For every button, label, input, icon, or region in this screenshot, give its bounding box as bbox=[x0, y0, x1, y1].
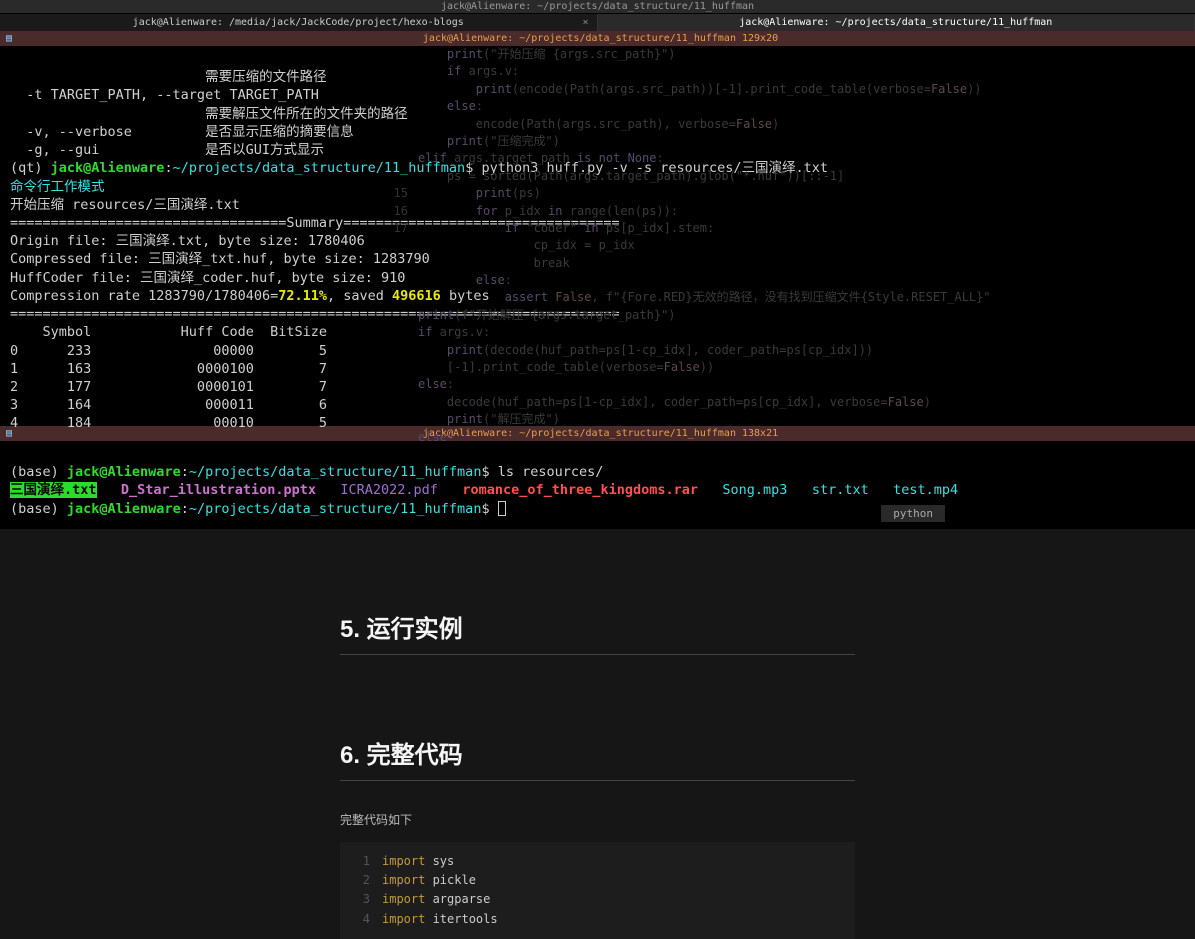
output-compress-start: 开始压缩 resources/三国演绎.txt bbox=[10, 197, 240, 213]
help-line-3: 需要解压文件所在的文件夹的路径 bbox=[10, 106, 408, 122]
bprompt2-path: ~/projects/data_structure/11_huffman bbox=[189, 501, 482, 517]
tab-2[interactable]: jack@Alienware: ~/projects/data_structur… bbox=[598, 14, 1195, 31]
output-rate-saved: 496616 bbox=[392, 288, 441, 304]
tab-1-close-icon[interactable]: × bbox=[582, 17, 588, 28]
bprompt2-dollar: $ bbox=[481, 501, 497, 517]
bprompt1-sep: : bbox=[181, 464, 189, 480]
prompt-env: (qt) bbox=[10, 160, 51, 176]
ls-file-4: romance_of_three_kingdoms.rar bbox=[462, 482, 698, 498]
heading-6: 6. 完整代码 bbox=[340, 735, 855, 770]
table-row-4: 4 184 00010 5 bbox=[10, 415, 327, 431]
output-rate-mid: , saved bbox=[327, 288, 392, 304]
prompt-dollar: $ bbox=[465, 160, 481, 176]
table-row-3: 3 164 000011 6 bbox=[10, 397, 327, 413]
output-huffcoder: HuffCoder file: 三国演绎_coder.huf, byte siz… bbox=[10, 270, 405, 286]
ls-file-1: 三国演绎.txt bbox=[10, 482, 97, 498]
prompt-path: ~/projects/data_structure/11_huffman bbox=[173, 160, 466, 176]
output-rate-suf: bytes bbox=[441, 288, 490, 304]
table-row-0: 0 233 00000 5 bbox=[10, 343, 327, 359]
bprompt1-env: (base) bbox=[10, 464, 67, 480]
bprompt1-path: ~/projects/data_structure/11_huffman bbox=[189, 464, 482, 480]
bprompt1-cmd: ls resources/ bbox=[498, 464, 604, 480]
output-compressed: Compressed file: 三国演绎_txt.huf, byte size… bbox=[10, 251, 430, 267]
ls-file-5: Song.mp3 bbox=[722, 482, 787, 498]
pane-label-top: ▤ jack@Alienware: ~/projects/data_struct… bbox=[0, 31, 1195, 46]
subtitle: 完整代码如下 bbox=[340, 811, 855, 828]
output-rate-pct: 72.11% bbox=[278, 288, 327, 304]
bprompt1-dollar: $ bbox=[481, 464, 497, 480]
output-mode: 命令行工作模式 bbox=[10, 179, 105, 195]
code-block: 1import sys2import pickle3import argpars… bbox=[340, 842, 855, 939]
table-row-1: 1 163 0000100 7 bbox=[10, 361, 327, 377]
table-row-2: 2 177 0000101 7 bbox=[10, 379, 327, 395]
prompt-sep: : bbox=[164, 160, 172, 176]
window-title: jack@Alienware: ~/projects/data_structur… bbox=[0, 0, 1195, 14]
tab-bar: jack@Alienware: /media/jack/JackCode/pro… bbox=[0, 14, 1195, 31]
prompt-cmd: python3 huff.py -v -s resources/三国演绎.txt bbox=[481, 160, 828, 176]
ls-file-3: ICRA2022.pdf bbox=[340, 482, 438, 498]
tab-1[interactable]: jack@Alienware: /media/jack/JackCode/pro… bbox=[0, 14, 598, 31]
bprompt2-sep: : bbox=[181, 501, 189, 517]
hr-1 bbox=[340, 654, 855, 655]
cursor bbox=[498, 501, 506, 516]
ls-file-6: str.txt bbox=[812, 482, 869, 498]
terminal-top[interactable]: 需要压缩的文件路径 -t TARGET_PATH, --target TARGE… bbox=[0, 46, 1195, 426]
pane-split-icon: ▤ bbox=[6, 33, 12, 44]
terminal-bottom[interactable]: (base) jack@Alienware:~/projects/data_st… bbox=[0, 441, 1195, 529]
ls-file-7: test.mp4 bbox=[893, 482, 958, 498]
hr-2 bbox=[340, 780, 855, 781]
help-line-2: -t TARGET_PATH, --target TARGET_PATH bbox=[10, 87, 319, 103]
heading-5: 5. 运行实例 bbox=[340, 609, 855, 644]
help-line-1: 需要压缩的文件路径 bbox=[10, 69, 327, 85]
output-rate-pre: Compression rate 1283790/1780406= bbox=[10, 288, 278, 304]
table-header: Symbol Huff Code BitSize bbox=[10, 324, 327, 340]
browser-content[interactable]: 5. 运行实例 6. 完整代码 完整代码如下 1import sys2impor… bbox=[0, 529, 1195, 939]
bprompt2-env: (base) bbox=[10, 501, 67, 517]
tab-2-label: jack@Alienware: ~/projects/data_structur… bbox=[739, 17, 1052, 28]
bprompt2-user: jack@Alienware bbox=[67, 501, 181, 517]
output-sep2: ========================================… bbox=[10, 306, 620, 322]
help-line-4: -v, --verbose 是否显示压缩的摘要信息 bbox=[10, 124, 354, 140]
help-line-5: -g, --gui 是否以GUI方式显示 bbox=[10, 142, 324, 158]
tab-1-label: jack@Alienware: /media/jack/JackCode/pro… bbox=[133, 17, 464, 28]
prompt-user: jack@Alienware bbox=[51, 160, 165, 176]
output-origin: Origin file: 三国演绎.txt, byte size: 178040… bbox=[10, 233, 365, 249]
language-badge: python bbox=[881, 505, 945, 522]
ls-file-2: D_Star_illustration.pptx bbox=[121, 482, 316, 498]
bprompt1-user: jack@Alienware bbox=[67, 464, 181, 480]
output-sep1: ==================================Summar… bbox=[10, 215, 620, 231]
